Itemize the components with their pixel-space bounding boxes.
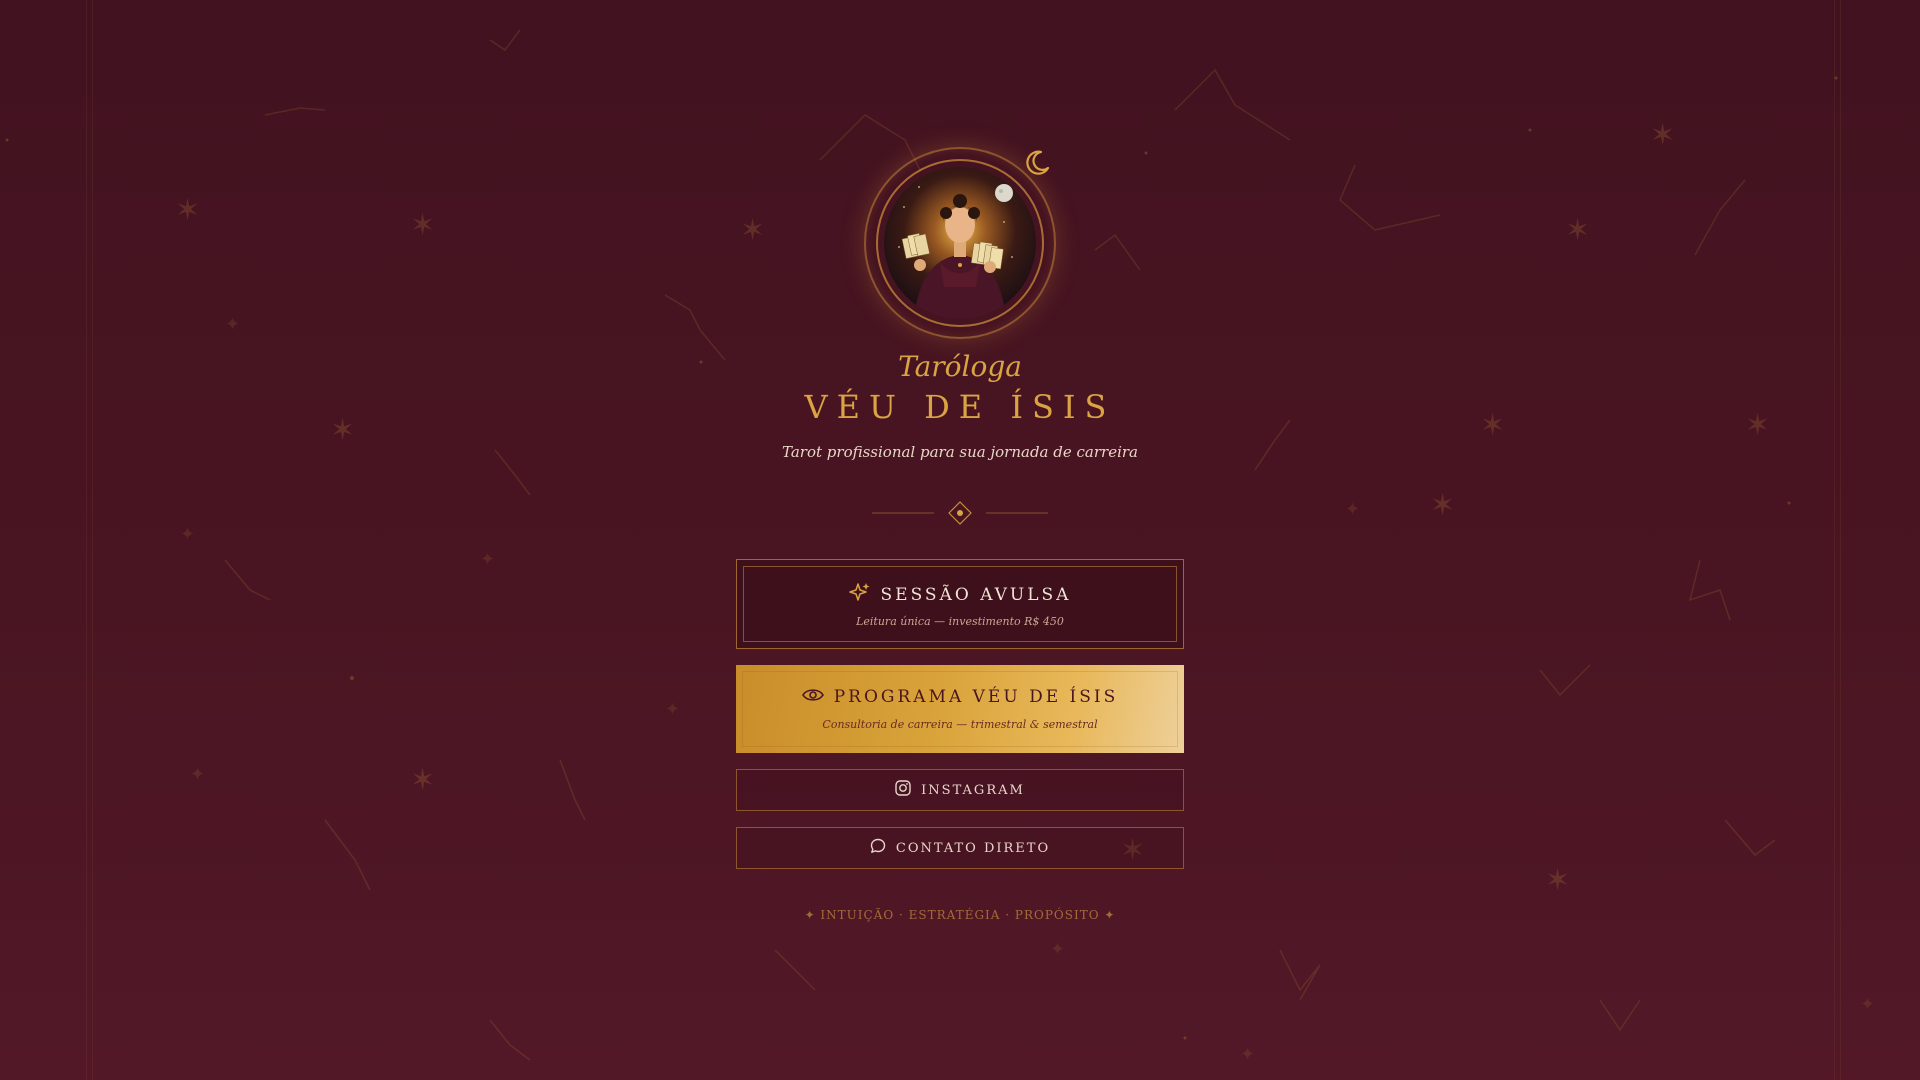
- instagram-label: INSTAGRAM: [921, 782, 1025, 798]
- tarot-reader-avatar: [884, 167, 1036, 319]
- chat-bubble-icon: [870, 838, 886, 858]
- direct-contact-button[interactable]: CONTATO DIRETO: [736, 827, 1184, 869]
- single-session-label: SESSÃO AVULSA: [880, 585, 1072, 605]
- instagram-button[interactable]: INSTAGRAM: [736, 769, 1184, 811]
- page-title: VÉU DE ÍSIS: [804, 388, 1116, 426]
- program-label: PROGRAMA VÉU DE ÍSIS: [833, 687, 1119, 707]
- eye-icon: [801, 687, 824, 707]
- program-inner-border: [742, 671, 1178, 747]
- profession-label: Taróloga: [898, 350, 1022, 383]
- crescent-moon-icon: [1022, 148, 1052, 178]
- tagline: Tarot profissional para sua jornada de c…: [782, 443, 1138, 461]
- sparkle-icon: [848, 582, 871, 608]
- ornament-divider: [872, 498, 1048, 528]
- program-description: Consultoria de carreira — trimestral & s…: [822, 718, 1098, 731]
- footer-values: ✦ INTUIÇÃO · ESTRATÉGIA · PROPÓSITO ✦: [804, 908, 1116, 922]
- program-button[interactable]: PROGRAMA VÉU DE ÍSIS Consultoria de carr…: [736, 665, 1184, 753]
- single-session-description: Leitura única — investimento R$ 450: [856, 615, 1064, 628]
- single-session-button[interactable]: SESSÃO AVULSA Leitura única — investimen…: [736, 559, 1184, 649]
- instagram-icon: [895, 780, 911, 800]
- direct-contact-label: CONTATO DIRETO: [895, 840, 1051, 856]
